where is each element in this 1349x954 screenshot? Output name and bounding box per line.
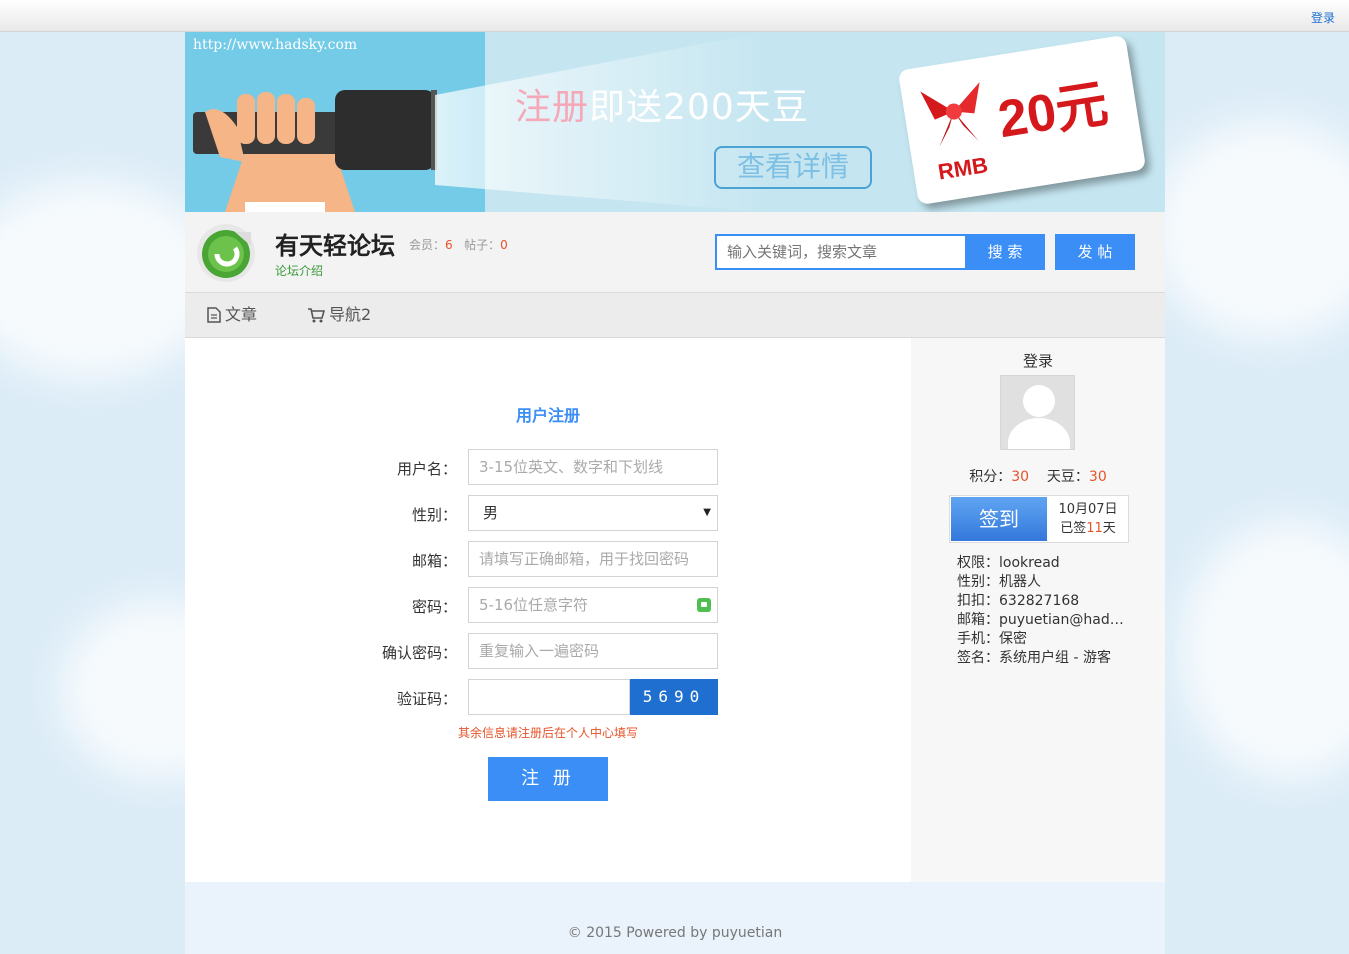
logo-icon	[202, 230, 251, 278]
username-field[interactable]: 3-15位英文、数字和下划线	[468, 449, 718, 485]
site-logo[interactable]	[197, 224, 255, 282]
checkin-button[interactable]: 签到	[951, 497, 1047, 541]
register-button[interactable]: 注 册	[488, 757, 608, 801]
confirm-password-label: 确认密码：	[381, 644, 457, 662]
user-info-item: 手机：保密	[957, 631, 1027, 647]
copyright: © 2015 Powered by puyuetian	[567, 925, 783, 941]
top-bar: 登录	[0, 0, 1349, 32]
site-header: 有天轻论坛 会员：6 帖子：0 论坛介绍 搜 索 发 帖	[185, 212, 1165, 292]
user-info-item: 邮箱：puyuetian@hadsky.com	[957, 612, 1127, 628]
password-label: 密码：	[411, 598, 457, 616]
gender-label: 性别：	[411, 506, 457, 524]
avatar-head	[1023, 385, 1055, 417]
footer: © 2015 Powered by puyuetian	[185, 882, 1165, 954]
site-title: 有天轻论坛	[275, 232, 395, 260]
gift-card-amount: 20元	[994, 74, 1112, 150]
banner[interactable]: http://www.hadsky.com 注册即送200天豆 查看详情 20元…	[185, 32, 1165, 212]
user-info-item: 性别：机器人	[957, 574, 1041, 590]
confirm-password-field[interactable]: 重复输入一遍密码	[468, 633, 718, 669]
flashlight-hand-illustration	[193, 90, 437, 212]
top-login-link[interactable]: 登录	[1311, 9, 1335, 26]
password-manager-icon[interactable]	[697, 598, 711, 612]
page: http://www.hadsky.com 注册即送200天豆 查看详情 20元…	[185, 32, 1165, 954]
sidebar-login-link[interactable]: 登录	[911, 350, 1165, 371]
register-panel: 用户注册 用户名： 3-15位英文、数字和下划线 性别： 男 ▼ 邮箱： 请填写…	[185, 338, 911, 882]
email-label: 邮箱：	[411, 552, 457, 570]
search-input[interactable]	[715, 234, 966, 270]
gift-card: 20元 RMB	[897, 34, 1147, 206]
cart-icon	[308, 308, 325, 323]
email-field[interactable]: 请填写正确邮箱，用于找回密码	[468, 541, 718, 577]
banner-promo-text: 注册即送200天豆	[515, 87, 809, 128]
user-sidebar: 登录 积分：30 天豆：30 签到 10月07日 已签11天 权限：lookre…	[911, 338, 1165, 882]
search-button[interactable]: 搜 索	[965, 234, 1045, 270]
user-info-list: 权限：lookread 性别：机器人 扣扣：632827168 邮箱：puyue…	[957, 554, 1127, 668]
main-nav: 文章 导航2	[185, 292, 1165, 338]
avatar[interactable]	[1000, 375, 1075, 450]
user-info-item: 扣扣：632827168	[957, 593, 1080, 609]
site-stats: 会员：6 帖子：0	[409, 238, 508, 252]
user-info-item: 签名：系统用户组 - 游客	[957, 650, 1111, 666]
checkin-box: 签到 10月07日 已签11天	[949, 495, 1129, 543]
document-icon	[207, 307, 221, 323]
captcha-image[interactable]: 5690	[630, 679, 718, 715]
nav-item-nav2[interactable]: 导航2	[307, 293, 371, 337]
form-hint: 其余信息请注册后在个人中心填写	[457, 726, 638, 740]
username-label: 用户名：	[396, 460, 457, 478]
checkin-info: 10月07日 已签11天	[1058, 502, 1118, 536]
avatar-body	[1008, 418, 1070, 449]
captcha-field[interactable]	[468, 679, 630, 715]
password-field[interactable]: 5-16位任意字符	[468, 587, 718, 623]
dropdown-arrow-icon: ▼	[703, 507, 711, 518]
form-title: 用户注册	[515, 406, 580, 425]
gift-bow-icon	[920, 82, 980, 148]
banner-detail-button[interactable]: 查看详情	[714, 146, 872, 189]
nav-item-articles[interactable]: 文章	[207, 293, 257, 337]
user-points: 积分：30 天豆：30	[969, 469, 1107, 485]
new-post-button[interactable]: 发 帖	[1055, 234, 1135, 270]
banner-url: http://www.hadsky.com	[193, 37, 358, 53]
captcha-label: 验证码：	[396, 690, 457, 708]
gift-card-currency: RMB	[936, 152, 990, 185]
gender-select[interactable]: 男 ▼	[468, 495, 718, 531]
site-intro-link[interactable]: 论坛介绍	[275, 262, 323, 279]
user-info-item: 权限：lookread	[957, 555, 1060, 571]
